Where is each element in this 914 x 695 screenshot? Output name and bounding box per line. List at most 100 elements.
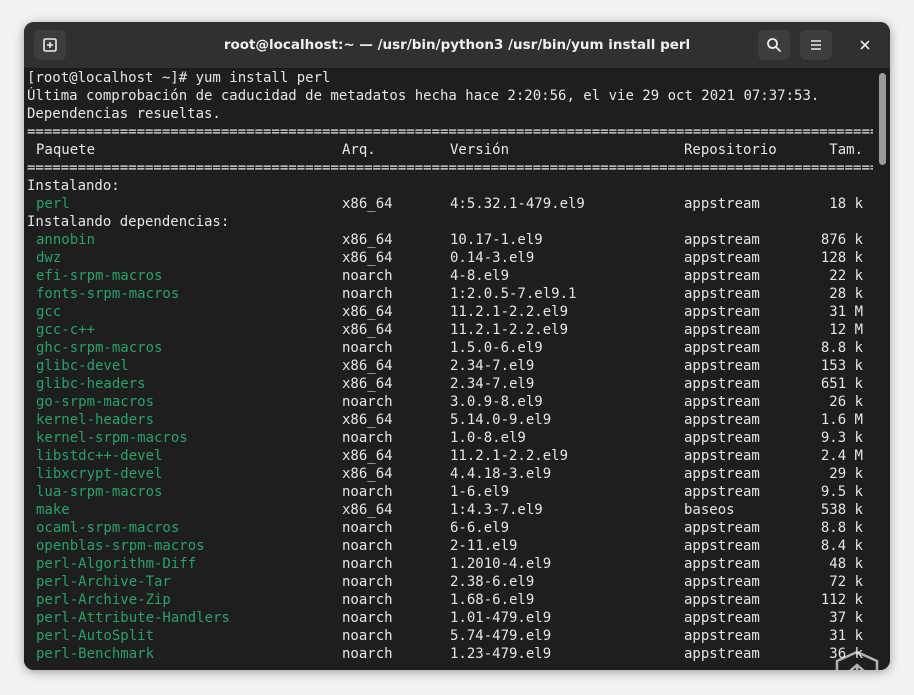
package-arch: noarch [342,538,393,554]
package-repo: appstream [684,610,760,626]
package-name: ghc-srpm-macros [36,340,163,356]
hamburger-menu-icon [811,40,821,50]
package-size: 9.5 k [820,484,863,500]
package-version: 6-6.el9 [450,520,510,536]
package-arch: noarch [342,646,393,662]
package-arch: x86_64 [342,502,393,518]
package-row: libstdc++-devel x86_64 11.2.1-2.2.el9 appst… [27,447,873,465]
new-tab-icon [43,38,57,52]
package-version: 5.74-479.el9 [450,628,552,644]
watermark-logo-icon [835,650,879,670]
package-size: 128 k [820,250,863,266]
metadata-line: Última comprobación de caducidad de meta… [27,88,820,104]
package-name: gcc [36,304,62,320]
package-name: ocaml-srpm-macros [36,520,180,536]
package-version: 11.2.1-2.2.el9 [450,322,569,338]
package-name: glibc-headers [36,376,146,392]
package-repo: appstream [684,448,760,464]
package-version: 11.2.1-2.2.el9 [450,304,569,320]
package-size: 28 k [829,286,863,302]
package-arch: x86_64 [342,322,393,338]
package-arch: noarch [342,286,393,302]
package-row: glibc-devel x86_64 2.34-7.el9 appstream 153 … [27,357,873,375]
separator-line: ========================================… [27,124,873,140]
package-row: kernel-headers x86_64 5.14.0-9.el9 appstrea… [27,411,873,429]
package-repo: appstream [684,520,760,536]
separator-line: ========================================… [27,160,873,176]
header-size: Tam. [829,142,863,158]
package-size: 31 M [829,304,863,320]
package-size: 37 k [829,610,863,626]
menu-button[interactable] [800,30,832,60]
package-version: 4.4.18-3.el9 [450,466,552,482]
package-arch: noarch [342,556,393,572]
package-repo: appstream [684,592,760,608]
package-arch: noarch [342,520,393,536]
package-arch: x86_64 [342,250,393,266]
package-arch: noarch [342,574,393,590]
package-repo: appstream [684,430,760,446]
package-repo: appstream [684,538,760,554]
package-name: make [36,502,70,518]
header-repo: Repositorio [684,142,777,158]
package-arch: x86_64 [342,448,393,464]
package-size: 29 k [829,466,863,482]
package-row: fonts-srpm-macros noarch 1:2.0.5-7.el9.1 ap… [27,285,873,303]
header-arch: Arq. [342,142,376,158]
package-row: glibc-headers x86_64 2.34-7.el9 appstream 65… [27,375,873,393]
package-arch: x86_64 [342,232,393,248]
package-version: 1.2010-4.el9 [450,556,552,572]
section-installing: Instalando: [27,178,120,194]
package-size: 9.3 k [820,430,863,446]
package-name: openblas-srpm-macros [36,538,205,554]
package-repo: appstream [684,250,760,266]
window-title: root@localhost:~ — /usr/bin/python3 /usr… [223,37,691,53]
package-version: 2-11.el9 [450,538,518,554]
new-tab-button[interactable] [34,30,66,60]
package-version: 5.14.0-9.el9 [450,412,552,428]
package-size: 26 k [829,394,863,410]
package-version: 4-8.el9 [450,268,510,284]
package-arch: noarch [342,628,393,644]
title-bar: root@localhost:~ — /usr/bin/python3 /usr… [24,22,890,69]
package-version: 3.0.9-8.el9 [450,394,543,410]
package-size: 12 M [829,322,863,338]
package-name: glibc-devel [36,358,129,374]
prompt-line: [root@localhost ~]# yum install perl [27,70,331,86]
package-name: perl [36,196,70,212]
package-repo: appstream [684,304,760,320]
package-arch: x86_64 [342,358,393,374]
search-button[interactable] [758,30,790,60]
package-version: 1.23-479.el9 [450,646,552,662]
package-row: ocaml-srpm-macros noarch 6-6.el9 appstream 8… [27,519,873,537]
package-row: dwz x86_64 0.14-3.el9 appstream 128 k [27,249,873,267]
package-version: 1.68-6.el9 [450,592,535,608]
package-arch: noarch [342,610,393,626]
package-name: perl-Archive-Tar [36,574,171,590]
package-row: kernel-srpm-macros noarch 1.0-8.el9 appstre… [27,429,873,447]
package-name: annobin [36,232,96,248]
package-version: 4:5.32.1-479.el9 [450,196,585,212]
package-size: 1.6 M [820,412,863,428]
package-row: lua-srpm-macros noarch 1-6.el9 appstream 9.5… [27,483,873,501]
package-arch: noarch [342,268,393,284]
package-repo: appstream [684,412,760,428]
package-version: 2.34-7.el9 [450,358,535,374]
package-version: 1.01-479.el9 [450,610,552,626]
package-size: 876 k [820,232,863,248]
package-repo: appstream [684,232,760,248]
scrollbar-thumb[interactable] [879,73,886,165]
scrollbar[interactable] [877,73,887,665]
package-row: gcc-c++ x86_64 11.2.1-2.2.el9 appstream 12 M [27,321,873,339]
package-size: 22 k [829,268,863,284]
package-repo: appstream [684,268,760,284]
package-name: perl-AutoSplit [36,628,155,644]
terminal-lines: [root@localhost ~]# yum install perl Últ… [27,69,873,663]
package-size: 48 k [829,556,863,572]
package-version: 10.17-1.el9 [450,232,543,248]
package-repo: appstream [684,556,760,572]
package-name: perl-Algorithm-Diff [36,556,197,572]
close-button[interactable] [850,30,880,60]
terminal-output[interactable]: [root@localhost ~]# yum install perl Últ… [24,69,890,670]
header-package: Paquete [36,142,96,158]
